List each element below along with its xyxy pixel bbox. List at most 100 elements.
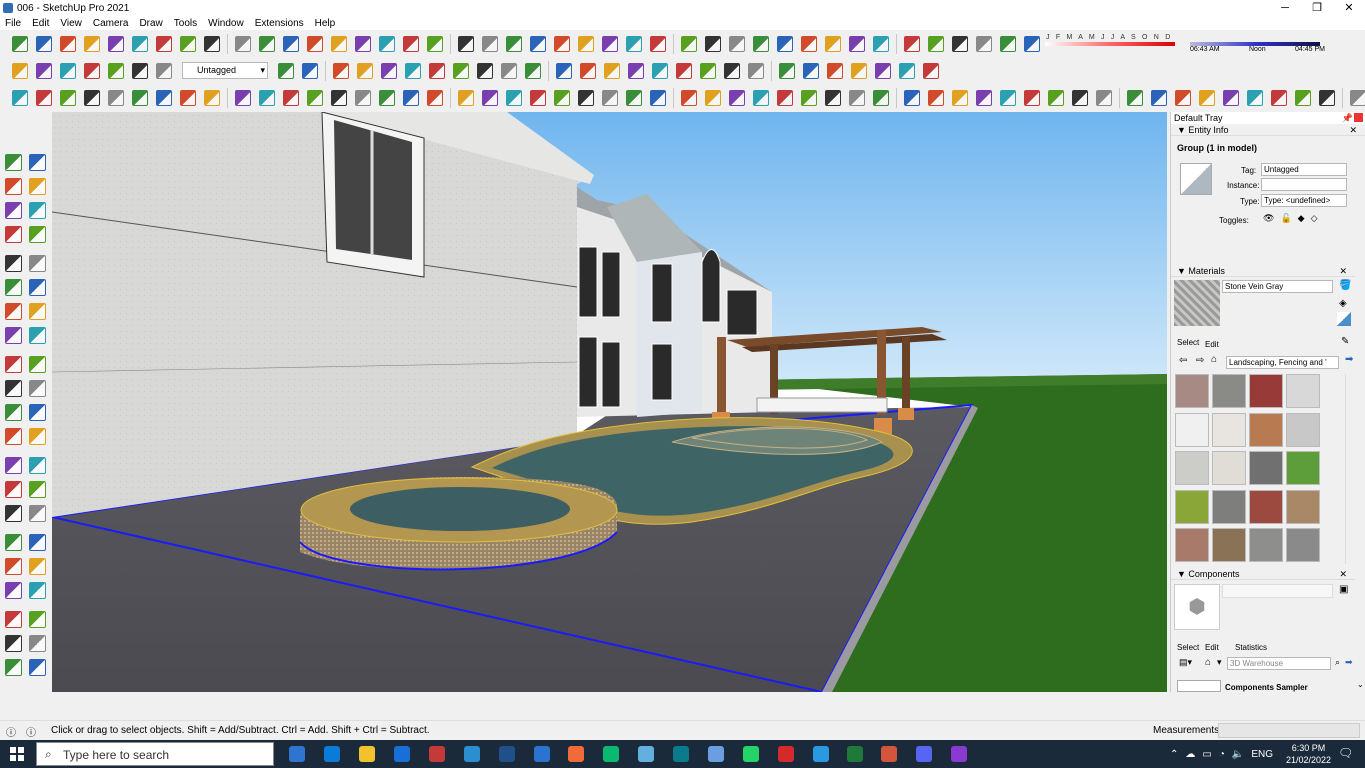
tool-icon[interactable] bbox=[355, 89, 371, 106]
display-secondary-icon[interactable] bbox=[1337, 312, 1351, 326]
forward-arrow-icon[interactable]: ⇨ bbox=[1196, 355, 1204, 366]
tool-icon[interactable] bbox=[156, 62, 172, 79]
tool-icon[interactable] bbox=[1024, 89, 1040, 106]
tool-icon[interactable] bbox=[506, 89, 522, 106]
tool-icon[interactable] bbox=[5, 380, 22, 397]
tag-select[interactable]: Untagged bbox=[182, 62, 268, 79]
materials-tab-select[interactable]: Select bbox=[1177, 338, 1199, 347]
tool-icon[interactable] bbox=[307, 35, 323, 52]
tool-icon[interactable] bbox=[626, 35, 642, 52]
tool-icon[interactable] bbox=[501, 62, 517, 79]
tool-icon[interactable] bbox=[904, 35, 920, 52]
tool-icon[interactable] bbox=[5, 659, 22, 676]
tool-icon[interactable] bbox=[1000, 35, 1016, 52]
tool-icon[interactable] bbox=[427, 89, 443, 106]
tool-icon[interactable] bbox=[5, 226, 22, 243]
tool-icon[interactable] bbox=[729, 35, 745, 52]
tool-icon[interactable] bbox=[29, 582, 46, 599]
menu-tools[interactable]: Tools bbox=[169, 18, 203, 29]
tool-icon[interactable] bbox=[307, 89, 323, 106]
cloud-icon[interactable]: ☁ bbox=[1185, 749, 1195, 760]
material-swatch[interactable] bbox=[1175, 451, 1209, 486]
measurements-box[interactable] bbox=[1218, 723, 1360, 738]
shadow-month-slider[interactable] bbox=[1045, 42, 1175, 46]
shadow-settings[interactable]: J F M A M J J A S O N D 06:43 AM Noon 04… bbox=[1040, 33, 1330, 55]
tool-icon[interactable] bbox=[477, 62, 493, 79]
material-swatch[interactable] bbox=[1175, 489, 1209, 524]
material-swatch[interactable] bbox=[1212, 412, 1246, 447]
tool-icon[interactable] bbox=[5, 255, 22, 272]
material-swatch[interactable] bbox=[1212, 528, 1246, 563]
taskbar-app-icon[interactable] bbox=[673, 746, 689, 762]
close-icon[interactable]: ✕ bbox=[1339, 568, 1347, 580]
close-icon[interactable]: ✕ bbox=[1339, 265, 1347, 277]
tool-icon[interactable] bbox=[29, 279, 46, 296]
battery-icon[interactable]: ▭ bbox=[1202, 749, 1211, 760]
tool-icon[interactable] bbox=[976, 89, 992, 106]
taskbar-search[interactable]: ⌕ Type here to search bbox=[36, 742, 274, 766]
tool-icon[interactable] bbox=[60, 35, 76, 52]
material-swatch[interactable] bbox=[1249, 374, 1283, 408]
sample-icon[interactable]: ◈ bbox=[1339, 298, 1347, 309]
tool-icon[interactable] bbox=[84, 62, 100, 79]
tool-icon[interactable] bbox=[36, 89, 52, 106]
paint-bucket-icon[interactable]: 🪣 bbox=[1339, 280, 1351, 291]
tool-icon[interactable] bbox=[525, 62, 541, 79]
tray-close-icon[interactable] bbox=[1354, 113, 1363, 122]
tool-icon[interactable] bbox=[604, 62, 620, 79]
tool-icon[interactable] bbox=[357, 62, 373, 79]
tool-icon[interactable] bbox=[29, 154, 46, 171]
menu-camera[interactable]: Camera bbox=[88, 18, 135, 29]
tool-icon[interactable] bbox=[283, 35, 299, 52]
component-place-icon[interactable]: ▣ bbox=[1339, 584, 1348, 595]
tool-icon[interactable] bbox=[825, 89, 841, 106]
tool-icon[interactable] bbox=[506, 35, 522, 52]
entity-info-header[interactable]: ▼ Entity Info ✕ bbox=[1171, 124, 1365, 136]
material-swatch[interactable] bbox=[1286, 451, 1320, 486]
tool-icon[interactable] bbox=[851, 62, 867, 79]
taskbar-app-icon[interactable] bbox=[359, 746, 375, 762]
tool-icon[interactable] bbox=[355, 35, 371, 52]
tool-icon[interactable] bbox=[84, 89, 100, 106]
tool-icon[interactable] bbox=[108, 62, 124, 79]
tool-icon[interactable] bbox=[928, 35, 944, 52]
material-swatch[interactable] bbox=[1286, 374, 1320, 408]
tool-icon[interactable] bbox=[652, 62, 668, 79]
taskbar-app-icon[interactable] bbox=[499, 746, 515, 762]
materials-header[interactable]: ▼ Materials ✕ bbox=[1171, 265, 1355, 277]
tool-icon[interactable] bbox=[748, 62, 764, 79]
3d-scene[interactable] bbox=[52, 112, 1167, 692]
home-icon[interactable]: ⌂ bbox=[1205, 657, 1211, 668]
menu-draw[interactable]: Draw bbox=[134, 18, 168, 29]
language-indicator[interactable]: ENG bbox=[1251, 749, 1273, 760]
eyedropper-icon[interactable]: ✎ bbox=[1341, 336, 1349, 347]
tool-icon[interactable] bbox=[1048, 89, 1064, 106]
tool-icon[interactable] bbox=[403, 89, 419, 106]
details-arrow-icon[interactable]: ➡ bbox=[1345, 657, 1353, 668]
tool-icon[interactable] bbox=[628, 62, 644, 79]
tool-icon[interactable] bbox=[5, 404, 22, 421]
tag-select[interactable]: Untagged bbox=[1261, 163, 1347, 176]
tool-icon[interactable] bbox=[5, 303, 22, 320]
tool-icon[interactable] bbox=[259, 89, 275, 106]
tool-icon[interactable] bbox=[530, 35, 546, 52]
details-arrow-icon[interactable]: ➡ bbox=[1345, 354, 1353, 365]
tool-icon[interactable] bbox=[381, 62, 397, 79]
tool-icon[interactable] bbox=[801, 89, 817, 106]
close-button[interactable]: ✕ bbox=[1333, 0, 1365, 16]
tool-icon[interactable] bbox=[1000, 89, 1016, 106]
tool-icon[interactable] bbox=[952, 35, 968, 52]
tool-icon[interactable] bbox=[427, 35, 443, 52]
tool-icon[interactable] bbox=[5, 154, 22, 171]
shadow-cast-icon[interactable]: ◆ bbox=[1298, 213, 1305, 224]
tool-icon[interactable] bbox=[803, 62, 819, 79]
type-select[interactable]: Type: <undefined> bbox=[1261, 194, 1347, 207]
clock[interactable]: 6:30 PM 21/02/2022 bbox=[1286, 742, 1331, 766]
tool-icon[interactable] bbox=[235, 89, 251, 106]
menu-file[interactable]: File bbox=[0, 18, 27, 29]
volume-icon[interactable]: 🔈 bbox=[1232, 749, 1244, 760]
tool-icon[interactable] bbox=[928, 89, 944, 106]
material-swatch[interactable] bbox=[1212, 489, 1246, 524]
instance-field[interactable] bbox=[1261, 178, 1347, 191]
material-swatch[interactable] bbox=[1175, 374, 1209, 408]
